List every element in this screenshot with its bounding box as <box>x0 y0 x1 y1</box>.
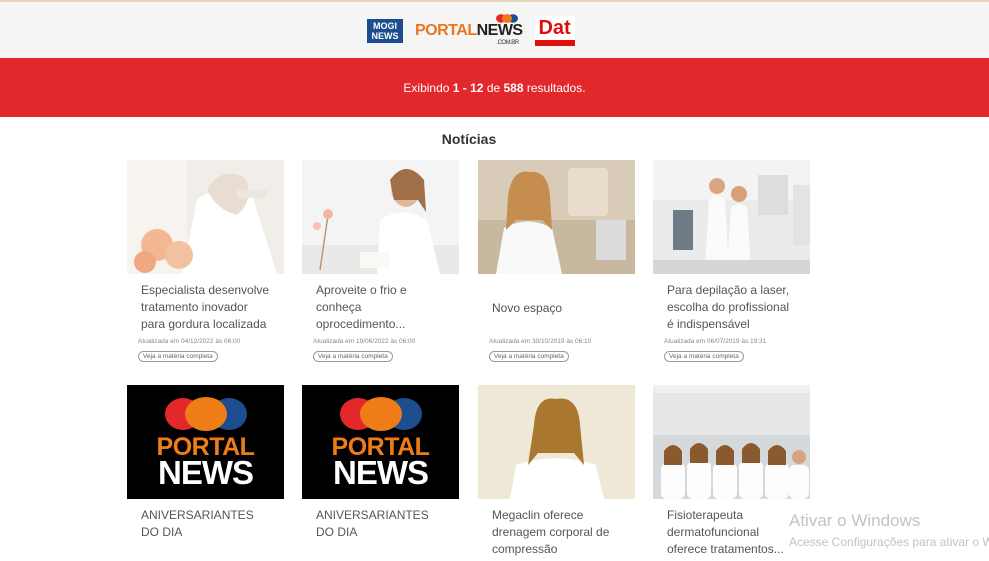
read-more-button[interactable]: Veja a matéria completa <box>313 351 393 362</box>
news-date: Atualizada em 06/07/2019 às 19:31 <box>664 338 767 345</box>
site-header: MOGI NEWS PORTALNEWS .COM.BR Dat <box>0 0 989 58</box>
news-title[interactable]: ANIVERSARIANTES DO DIA <box>141 507 270 559</box>
news-title[interactable]: Novo espaço <box>492 282 621 334</box>
portal-news-placeholder-image[interactable]: PORTAL NEWS <box>127 385 284 499</box>
portal-logo-sub: .COM.BR <box>496 40 519 46</box>
news-image[interactable] <box>653 160 810 274</box>
news-card[interactable]: Especialista desenvolve tratamento inova… <box>127 160 284 363</box>
portal-logo-text: PORTAL <box>415 22 477 39</box>
news-title[interactable]: Para depilação a laser, escolha do profi… <box>667 282 796 334</box>
news-title[interactable]: Aproveite o frio e conheça oprocedimento… <box>316 282 445 334</box>
portal-news-placeholder-image[interactable]: PORTAL NEWS <box>302 385 459 499</box>
dat-logo[interactable]: Dat <box>534 16 575 46</box>
mogi-news-logo[interactable]: MOGI NEWS <box>367 19 403 43</box>
news-card[interactable]: Novo espaço Atualizada em 30/10/2019 às … <box>478 160 635 363</box>
portal-dots-icon <box>495 14 518 23</box>
news-card[interactable]: PORTAL NEWS ANIVERSARIANTES DO DIA <box>302 385 459 559</box>
read-more-button[interactable]: Veja a matéria completa <box>664 351 744 362</box>
results-text: Exibindo 1 - 12 de 588 resultados. <box>403 80 586 95</box>
news-image[interactable] <box>478 160 635 274</box>
news-image[interactable] <box>653 385 810 499</box>
read-more-button[interactable]: Veja a matéria completa <box>138 351 218 362</box>
news-card[interactable]: Aproveite o frio e conheça oprocedimento… <box>302 160 459 363</box>
news-date: Atualizada em 04/12/2022 às 06:00 <box>138 338 241 345</box>
news-card[interactable]: Fisioterapeuta dermatofuncional oferece … <box>653 385 810 559</box>
portal-dots-icon <box>339 397 422 431</box>
watermark-subtitle: Acesse Configurações para ativar o Windo… <box>789 535 989 549</box>
portal-news-logo[interactable]: PORTALNEWS .COM.BR <box>415 14 524 46</box>
news-title[interactable]: Fisioterapeuta dermatofuncional oferece … <box>667 507 796 559</box>
news-date: Atualizada em 19/06/2022 às 06:00 <box>313 338 416 345</box>
watermark-title: Ativar o Windows <box>789 511 921 530</box>
news-card[interactable]: Para depilação a laser, escolha do profi… <box>653 160 810 363</box>
news-image[interactable] <box>302 160 459 274</box>
portal-logo-text-news: NEWS <box>476 22 524 39</box>
header-logos: MOGI NEWS PORTALNEWS .COM.BR Dat <box>367 14 575 48</box>
news-card[interactable]: Megaclin oferece drenagem corporal de co… <box>478 385 635 559</box>
news-title[interactable]: Especialista desenvolve tratamento inova… <box>141 282 270 334</box>
news-title[interactable]: ANIVERSARIANTES DO DIA <box>316 507 445 559</box>
portal-dots-icon <box>164 397 247 431</box>
windows-activation-watermark: Ativar o Windows Acesse Configurações pa… <box>789 511 989 549</box>
news-title[interactable]: Megaclin oferece drenagem corporal de co… <box>492 507 621 559</box>
news-image[interactable] <box>478 385 635 499</box>
read-more-button[interactable]: Veja a matéria completa <box>489 351 569 362</box>
news-date: Atualizada em 30/10/2019 às 06:10 <box>489 338 592 345</box>
news-image[interactable] <box>127 160 284 274</box>
news-card[interactable]: PORTAL NEWS ANIVERSARIANTES DO DIA <box>127 385 284 559</box>
results-banner: Exibindo 1 - 12 de 588 resultados. <box>0 58 989 117</box>
portal-logo-line2: NEWS <box>333 454 429 491</box>
portal-logo-line2: NEWS <box>158 454 254 491</box>
section-title: Notícias <box>441 131 497 147</box>
